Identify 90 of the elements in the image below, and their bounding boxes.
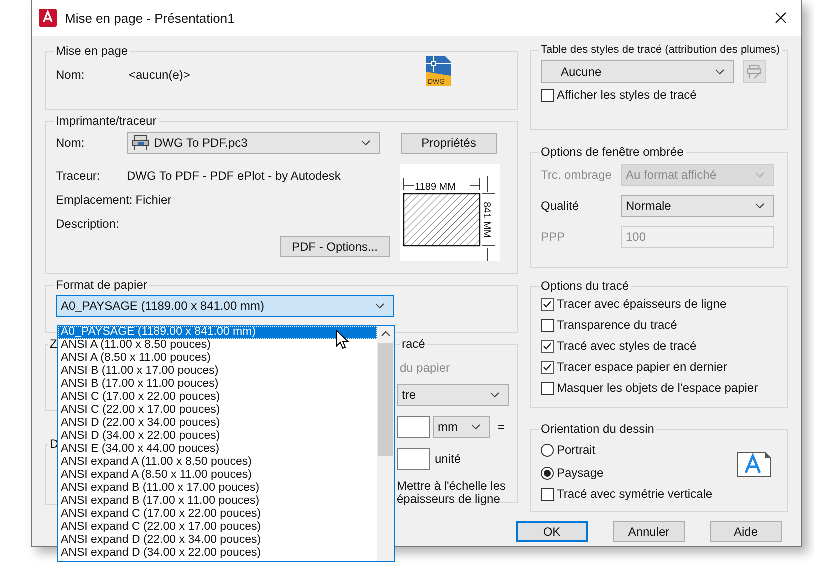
list-option[interactable]: ANSI D (22.00 x 34.00 pouces)	[58, 417, 377, 430]
group-title: Z	[49, 337, 58, 351]
group-title: Imprimante/traceur	[55, 114, 158, 128]
dialog-button[interactable]: Aide	[710, 521, 782, 542]
app-logo-icon	[39, 9, 57, 27]
chevron-down-icon	[715, 68, 725, 74]
dropdown[interactable]: Normale	[621, 195, 774, 217]
chevron-down-icon	[361, 140, 371, 146]
close-icon[interactable]	[775, 12, 787, 24]
chevron-down-icon	[755, 203, 765, 209]
list-option[interactable]: ANSI expand A (11.00 x 8.50 pouces)	[58, 456, 377, 469]
list-option[interactable]: ANSI C (17.00 x 22.00 pouces)	[58, 391, 377, 404]
radio-label: Portrait	[557, 443, 596, 457]
equals-sign: =	[498, 420, 506, 434]
paper-preview-drawing: 1189 MM 841 MM	[400, 164, 500, 261]
field-label: Nom:	[56, 136, 86, 150]
field-label: PPP	[541, 230, 566, 244]
checkbox-label: Tracé avec symétrie verticale	[557, 487, 713, 501]
checkbox[interactable]	[541, 298, 554, 310]
list-option[interactable]: ANSI D (34.00 x 22.00 pouces)	[58, 430, 377, 443]
checkbox-label: Afficher les styles de tracé	[557, 88, 697, 102]
printer-dropdown[interactable]: DWG To PDF.pc3	[127, 132, 380, 154]
scale-dropdown[interactable]: tre	[397, 384, 509, 406]
scrollbar-thumb[interactable]	[378, 343, 393, 456]
chevron-down-icon	[755, 172, 765, 178]
unit-dropdown[interactable]: mm	[433, 416, 490, 438]
scale-input[interactable]	[397, 416, 430, 438]
chevron-down-icon	[490, 392, 500, 398]
paper-size-dropdown[interactable]: A0_PAYSAGE (1189.00 x 841.00 mm)	[56, 295, 394, 317]
list-option[interactable]: ANSI expand B (11.00 x 17.00 pouces)	[58, 482, 377, 495]
list-option[interactable]: ANSI expand A (8.50 x 11.00 pouces)	[58, 469, 377, 482]
dialog-button[interactable]: OK	[516, 521, 588, 542]
radio-label: Paysage	[557, 466, 604, 480]
list-option[interactable]: ANSI expand D (34.00 x 22.00 pouces)	[58, 547, 377, 560]
checkbox[interactable]	[541, 88, 554, 102]
list-option[interactable]: ANSI expand C (22.00 x 17.00 pouces)	[58, 521, 377, 534]
list-option[interactable]: ANSI B (17.00 x 11.00 pouces)	[58, 378, 377, 391]
field-value: Fichier	[136, 193, 172, 207]
scale-input[interactable]	[397, 448, 430, 470]
group-title: racé	[401, 337, 426, 351]
field-label: Traceur:	[56, 169, 102, 183]
checkbox-label: Transparence du tracé	[557, 318, 678, 332]
checkbox[interactable]	[541, 488, 554, 500]
list-option[interactable]: ANSI expand D (22.00 x 34.00 pouces)	[58, 534, 377, 547]
checkbox-label: Tracer avec épaisseurs de ligne	[557, 297, 727, 311]
group-title: Mise en page	[55, 44, 130, 58]
field-label: Qualité	[541, 199, 580, 213]
field-label: Emplacement:	[56, 193, 133, 207]
group-title: Table des styles de tracé (attribution des plumes)	[540, 44, 782, 56]
group-title: Options du tracé	[540, 279, 630, 293]
window-title: Mise en page - Présentation1	[65, 10, 235, 26]
dialog-button[interactable]: Annuler	[613, 521, 685, 542]
chevron-down-icon	[471, 424, 481, 430]
checkbox-label: Masquer les objets de l'espace papier	[557, 381, 758, 395]
chevron-down-icon	[375, 303, 385, 309]
plotter-icon	[132, 135, 150, 151]
radio-button[interactable]	[541, 466, 554, 480]
properties-button[interactable]: Propriétés	[401, 132, 497, 154]
list-option[interactable]: ANSI E (34.00 x 44.00 pouces)	[58, 443, 377, 456]
group-title: Options de fenêtre ombrée	[540, 145, 685, 159]
list-option[interactable]: A0_PAYSAGE (1189.00 x 841.00 mm)	[58, 326, 377, 339]
radio-button[interactable]	[541, 444, 554, 456]
field-label: Trc. ombrage	[541, 168, 613, 182]
checkbox-label: Tracer espace papier en dernier	[557, 360, 728, 374]
list-option[interactable]: ANSI expand C (17.00 x 22.00 pouces)	[58, 508, 377, 521]
checkbox-label[interactable]: Mettre à l'échelle les épaisseurs de ligne	[397, 480, 507, 506]
scroll-up-icon[interactable]	[381, 331, 391, 337]
field-label: unité	[435, 452, 462, 466]
checkbox[interactable]	[541, 318, 554, 332]
scrollbar[interactable]	[377, 326, 394, 561]
group-title: Format de papier	[55, 278, 148, 292]
field-label: Description:	[56, 217, 120, 231]
field-label: Nom:	[56, 68, 86, 82]
plot-style-dropdown[interactable]: Aucune	[541, 60, 734, 83]
checkbox-label: Tracé avec styles de tracé	[557, 339, 697, 353]
field-value: <aucun(e)>	[129, 68, 190, 82]
checkbox[interactable]	[541, 340, 554, 352]
field-value: DWG To PDF - PDF ePlot - by Autodesk	[127, 169, 341, 183]
list-option[interactable]: ANSI C (22.00 x 17.00 pouces)	[58, 404, 377, 417]
pdf-options-button[interactable]: PDF - Options...	[280, 236, 390, 257]
list-option[interactable]: ANSI expand B (17.00 x 11.00 pouces)	[58, 495, 377, 508]
list-option[interactable]: ANSI B (11.00 x 17.00 pouces)	[58, 365, 377, 378]
list-option[interactable]: ANSI A (11.00 x 8.50 pouces)	[58, 339, 377, 352]
group-title: Orientation du dessin	[540, 422, 656, 436]
checkbox[interactable]	[541, 360, 554, 374]
mouse-cursor-icon	[336, 330, 349, 350]
plotter-edit-icon	[747, 64, 762, 80]
list-option[interactable]: ANSI A (8.50 x 11.00 pouces)	[58, 352, 377, 365]
landscape-page-icon	[737, 452, 771, 476]
checkbox[interactable]	[541, 382, 554, 394]
